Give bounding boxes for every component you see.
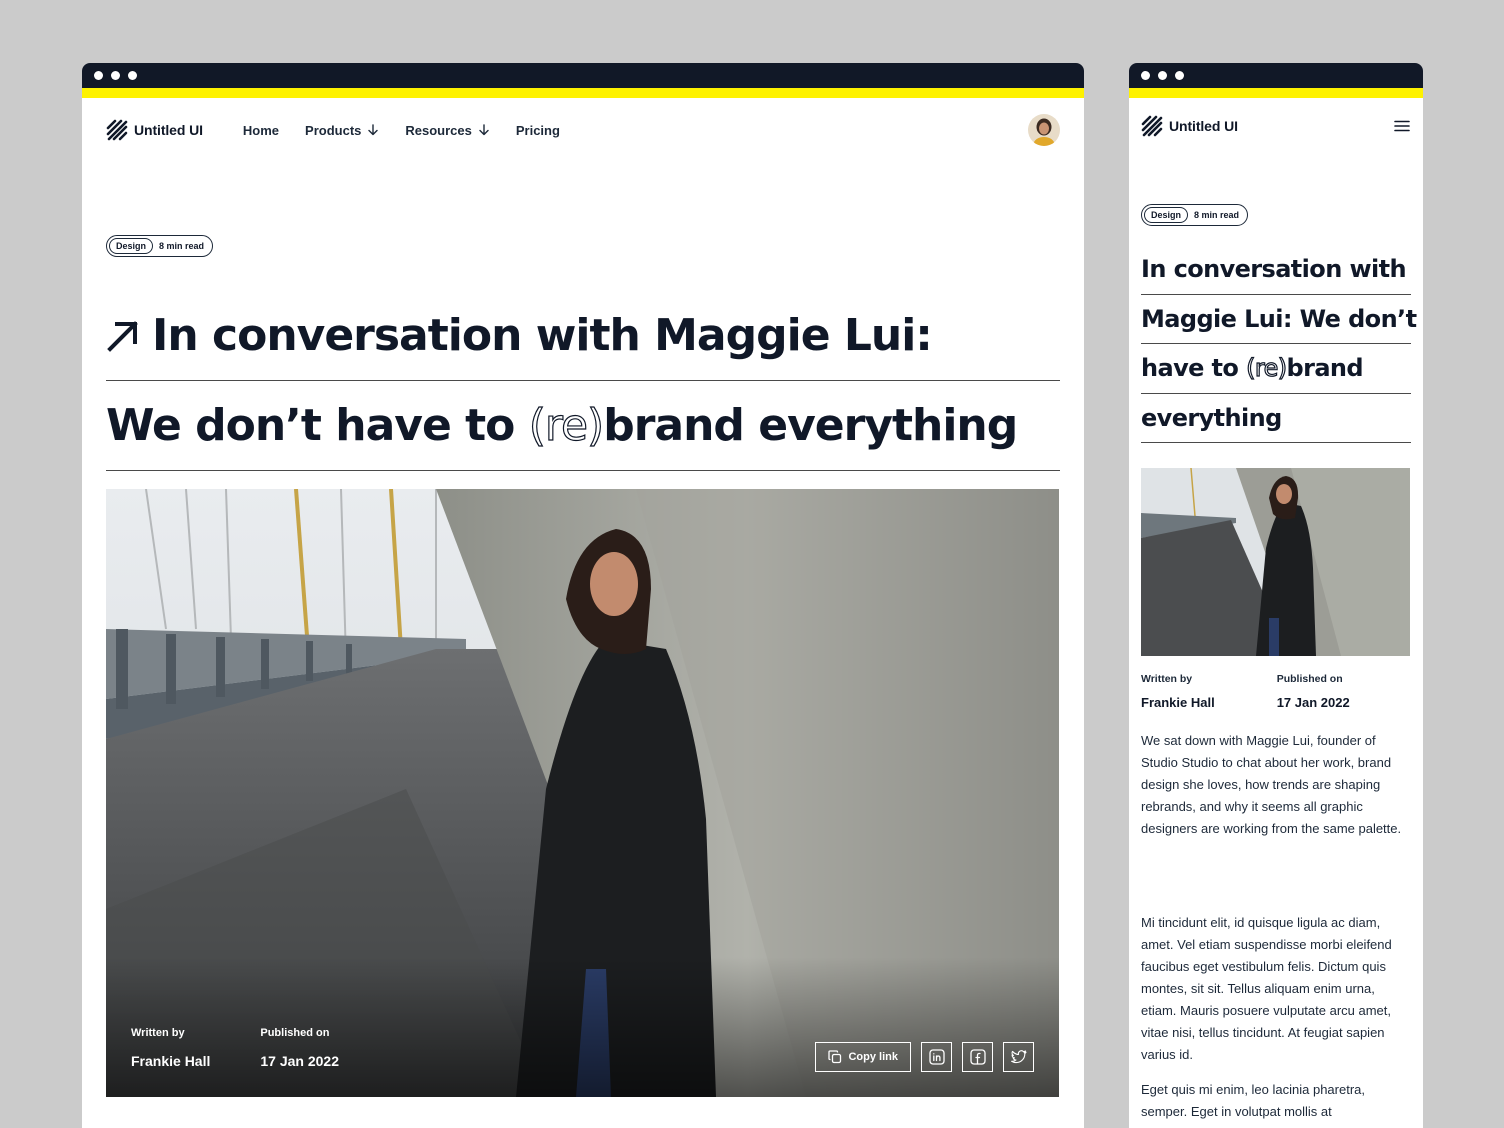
hero-photo: [1141, 468, 1410, 656]
title-line-text: brand everything: [603, 400, 1018, 451]
author-name[interactable]: Frankie Hall: [1141, 695, 1215, 710]
window-dot[interactable]: [128, 71, 137, 80]
published-block: Published on 17 Jan 2022: [260, 1027, 339, 1069]
written-by-label: Written by: [131, 1027, 185, 1039]
article-body-paragraph: Eget quis mi enim, leo lacinia pharetra,…: [1141, 1082, 1366, 1119]
hero-image: [1141, 468, 1410, 656]
arrow-up-right-icon: [107, 320, 138, 352]
publish-date: 17 Jan 2022: [1276, 695, 1350, 710]
window-titlebar: [82, 63, 1084, 88]
facebook-icon: [969, 1049, 986, 1065]
logo-text: Untitled UI: [1169, 118, 1238, 134]
title-line-text: brand: [1286, 354, 1364, 383]
copy-link-label: Copy link: [848, 1051, 898, 1063]
title-line-text: In conversation with Maggie Lui:: [152, 310, 933, 361]
title-line-text: We don’t have to: [106, 400, 529, 451]
logo[interactable]: Untitled UI: [106, 119, 203, 141]
twitter-icon: [1010, 1050, 1027, 1064]
nav-products-label: Products: [305, 122, 362, 138]
window-dot[interactable]: [1141, 71, 1150, 80]
window-dot[interactable]: [1175, 71, 1184, 80]
avatar[interactable]: [1028, 114, 1060, 146]
published-label: Published on: [1276, 673, 1343, 685]
title-line: have to (re) brand: [1141, 344, 1411, 394]
page-title: In conversation with Maggie Lui: We don’…: [106, 291, 1060, 471]
arrow-down-icon: [479, 124, 489, 136]
logo-icon: [106, 119, 128, 141]
title-line: In conversation with Maggie Lui:: [106, 291, 1060, 381]
window-dot[interactable]: [1158, 71, 1167, 80]
article-body-paragraph: Mi tincidunt elit, id quisque ligula ac …: [1141, 915, 1392, 1062]
nav-links: Home Products Resources Pricing: [243, 123, 560, 138]
title-line: In conversation with: [1141, 245, 1411, 295]
hero-image: Written by Frankie Hall Published on 17 …: [106, 489, 1059, 1097]
article-meta: Written by Frankie Hall Published on 17 …: [1141, 673, 1350, 710]
nav-home[interactable]: Home: [243, 123, 279, 138]
published-label: Published on: [260, 1027, 330, 1039]
window-dot[interactable]: [94, 71, 103, 80]
avatar-image: [1028, 114, 1060, 146]
logo-text: Untitled UI: [134, 122, 203, 138]
logo[interactable]: Untitled UI: [1141, 115, 1238, 137]
facebook-button[interactable]: [962, 1042, 993, 1072]
nav-pricing[interactable]: Pricing: [516, 123, 560, 138]
written-by-label: Written by: [1141, 673, 1193, 685]
author-block: Written by Frankie Hall: [1141, 673, 1215, 710]
article-intro: We sat down with Maggie Lui, founder of …: [1141, 733, 1402, 836]
nav-products[interactable]: Products: [305, 123, 379, 138]
article-badge: Design 8 min read: [1141, 204, 1249, 226]
badge-read-time: 8 min read: [159, 241, 205, 251]
linkedin-icon: [928, 1049, 945, 1065]
article-meta: Written by Frankie Hall Published on 17 …: [131, 1027, 339, 1069]
title-line: We don’t have to (re) brand everything: [106, 381, 1060, 471]
arrow-down-icon: [368, 124, 379, 136]
window-dot[interactable]: [111, 71, 120, 80]
badge-tag[interactable]: Design: [109, 238, 154, 254]
published-block: Published on 17 Jan 2022: [1277, 673, 1350, 710]
logo-icon: [1141, 115, 1163, 137]
publish-date: 17 Jan 2022: [260, 1053, 339, 1069]
title-line: Maggie Lui: We don’t: [1141, 295, 1417, 344]
author-name[interactable]: Frankie Hall: [131, 1053, 210, 1069]
mobile-nav: Untitled UI: [1141, 113, 1411, 139]
nav-resources-label: Resources: [405, 122, 472, 138]
title-line: everything: [1141, 394, 1411, 443]
article-badge: Design 8 min read: [106, 235, 214, 257]
copy-link-button[interactable]: Copy link: [815, 1042, 911, 1072]
twitter-button[interactable]: [1003, 1042, 1034, 1072]
accent-bar: [1129, 88, 1423, 98]
badge-tag[interactable]: Design: [1144, 207, 1189, 223]
badge-read-time: 8 min read: [1194, 210, 1240, 220]
title-outline-text: (re): [528, 399, 605, 451]
top-nav: Untitled UI Home Products Resources Pric…: [106, 113, 1060, 147]
desktop-window: Untitled UI Home Products Resources Pric…: [82, 63, 1084, 1128]
author-block: Written by Frankie Hall: [131, 1027, 210, 1069]
mobile-window: Untitled UI Design 8 min read In convers…: [1129, 63, 1423, 1128]
page-title: In conversation with Maggie Lui: We don’…: [1141, 245, 1417, 443]
menu-icon[interactable]: [1393, 117, 1411, 135]
title-outline-text: (re): [1245, 354, 1287, 383]
share-buttons: Copy link: [815, 1042, 1034, 1072]
copy-icon: [828, 1050, 842, 1064]
title-line-text: have to: [1141, 354, 1247, 383]
window-titlebar: [1129, 63, 1423, 88]
accent-bar: [82, 88, 1084, 98]
linkedin-button[interactable]: [921, 1042, 952, 1072]
nav-resources[interactable]: Resources: [405, 123, 489, 138]
